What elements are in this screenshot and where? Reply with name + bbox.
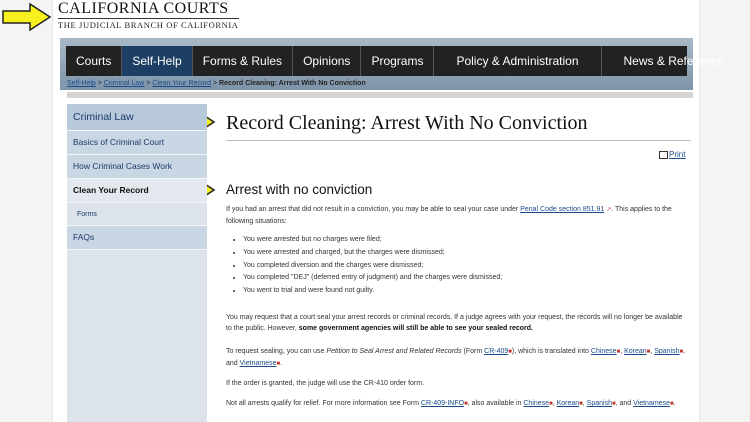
breadcrumb-separator: > bbox=[97, 80, 102, 87]
sidebar-item-how-cases-work[interactable]: How Criminal Cases Work bbox=[67, 155, 207, 179]
breadcrumb-self-help[interactable]: Self-Help bbox=[67, 80, 96, 87]
sidebar-item-forms[interactable]: Forms bbox=[67, 203, 207, 226]
intro-paragraph: If you had an arrest that did not result… bbox=[226, 204, 686, 227]
pdf-icon: ■ bbox=[276, 361, 281, 367]
breadcrumb-current: Record Cleaning: Arrest With No Convicti… bbox=[219, 80, 366, 87]
pdf-icon: ■ bbox=[669, 401, 674, 407]
section-heading: Arrest with no conviction bbox=[226, 182, 373, 197]
vietnamese-link[interactable]: Vietnamese bbox=[633, 400, 670, 407]
sealing-text: To request sealing, you can use bbox=[226, 348, 325, 355]
sidebar-item-clean-record[interactable]: Clean Your Record bbox=[67, 179, 207, 203]
nav-item-news-reference[interactable]: News & Reference bbox=[602, 46, 746, 76]
intro-text: If you had an arrest that did not result… bbox=[226, 206, 519, 213]
print-label: Print bbox=[669, 150, 686, 159]
request-paragraph: You may request that a court seal your a… bbox=[226, 312, 686, 334]
pdf-icon: ■ bbox=[616, 349, 621, 355]
list-item: You were arrested and charged, but the c… bbox=[243, 247, 663, 260]
korean-link[interactable]: Korean bbox=[557, 400, 580, 407]
pdf-icon: ■ bbox=[611, 401, 616, 407]
sealing-text: ), which is translated into bbox=[511, 348, 589, 355]
pdf-icon: ■ bbox=[549, 401, 553, 407]
spanish-link[interactable]: Spanish bbox=[654, 348, 679, 355]
relief-paragraph: Not all arrests qualify for relief. For … bbox=[226, 400, 676, 407]
sealing-paragraph: To request sealing, you can use Petition… bbox=[226, 348, 686, 367]
list-item: You completed "DEJ" (deferred entry of j… bbox=[243, 272, 663, 285]
logo-sub-text: THE JUDICIAL BRANCH OF CALIFORNIA bbox=[58, 18, 239, 30]
pdf-icon: ■ bbox=[646, 349, 651, 355]
nav-item-self-help[interactable]: Self-Help bbox=[122, 46, 193, 76]
breadcrumb-clean-your-record[interactable]: Clean Your Record bbox=[152, 80, 211, 87]
list-item: You completed diversion and the charges … bbox=[243, 260, 663, 273]
cr-409-info-link[interactable]: CR-409-INFO bbox=[421, 400, 464, 407]
page-title: Record Cleaning: Arrest With No Convicti… bbox=[226, 112, 588, 134]
korean-link[interactable]: Korean bbox=[624, 348, 647, 355]
breadcrumb-criminal-law[interactable]: Criminal Law bbox=[104, 80, 144, 87]
nav-item-forms-rules[interactable]: Forms & Rules bbox=[193, 46, 294, 76]
petition-title: Petition to Seal Arrest and Related Reco… bbox=[326, 348, 462, 355]
pdf-icon: ■ bbox=[579, 401, 583, 407]
arrow-icon bbox=[2, 3, 52, 31]
site-logo[interactable]: CALIFORNIA COURTS THE JUDICIAL BRANCH OF… bbox=[58, 0, 239, 30]
pdf-icon: ■ bbox=[679, 349, 684, 355]
penal-code-link[interactable]: Penal Code section 851.91 bbox=[520, 206, 604, 213]
request-bold-text: some government agencies will still be a… bbox=[298, 325, 533, 332]
sidebar-heading-criminal-law[interactable]: Criminal Law bbox=[67, 104, 207, 131]
relief-text: Not all arrests qualify for relief. For … bbox=[226, 400, 419, 407]
spanish-link[interactable]: Spanish bbox=[587, 400, 612, 407]
breadcrumb: Self-Help > Criminal Law > Clean Your Re… bbox=[67, 80, 366, 87]
granted-paragraph: If the order is granted, the judge will … bbox=[226, 380, 425, 387]
situations-list: You were arrested but no charges were fi… bbox=[229, 234, 663, 298]
nav-item-opinions[interactable]: Opinions bbox=[293, 46, 362, 76]
vietnamese-link[interactable]: Vietnamese bbox=[240, 360, 277, 367]
title-divider bbox=[226, 140, 691, 141]
header-divider bbox=[67, 92, 693, 98]
printer-icon bbox=[659, 150, 668, 159]
sidebar-item-basics[interactable]: Basics of Criminal Court bbox=[67, 131, 207, 155]
nav-item-programs[interactable]: Programs bbox=[361, 46, 435, 76]
chinese-link[interactable]: Chinese bbox=[591, 348, 617, 355]
nav-item-courts[interactable]: Courts bbox=[66, 46, 123, 76]
logo-main-text: CALIFORNIA COURTS bbox=[58, 0, 229, 17]
sidebar-item-faqs[interactable]: FAQs bbox=[67, 226, 207, 250]
print-link[interactable]: Print bbox=[659, 150, 685, 159]
sidebar: Criminal Law Basics of Criminal Court Ho… bbox=[67, 104, 207, 422]
chinese-link[interactable]: Chinese bbox=[523, 400, 549, 407]
list-item: You were arrested but no charges were fi… bbox=[243, 234, 663, 247]
cr-409-link[interactable]: CR-409 bbox=[484, 348, 508, 355]
breadcrumb-separator: > bbox=[146, 80, 151, 87]
main-nav: Courts Self-Help Forms & Rules Opinions … bbox=[66, 46, 724, 76]
and-text: and bbox=[226, 360, 238, 367]
sealing-text: (Form bbox=[463, 348, 483, 355]
nav-item-policy-administration[interactable]: Policy & Administration bbox=[434, 46, 602, 76]
relief-text: , also available in bbox=[467, 400, 522, 407]
list-item: You went to trial and were found not gui… bbox=[243, 285, 663, 298]
breadcrumb-separator: > bbox=[212, 80, 218, 87]
and-text: and bbox=[619, 400, 632, 407]
